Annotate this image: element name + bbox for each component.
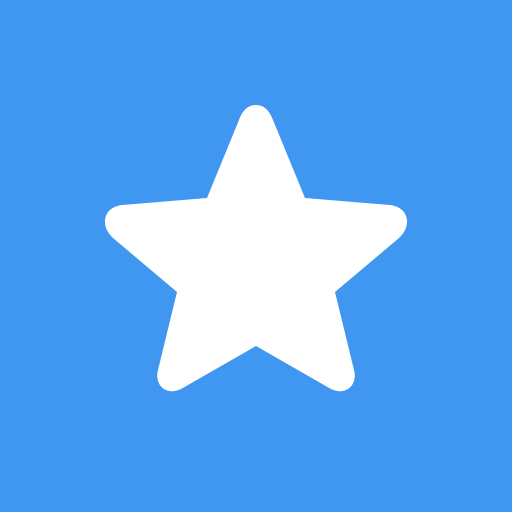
star-icon (104, 105, 408, 392)
star-app-icon (0, 0, 512, 512)
